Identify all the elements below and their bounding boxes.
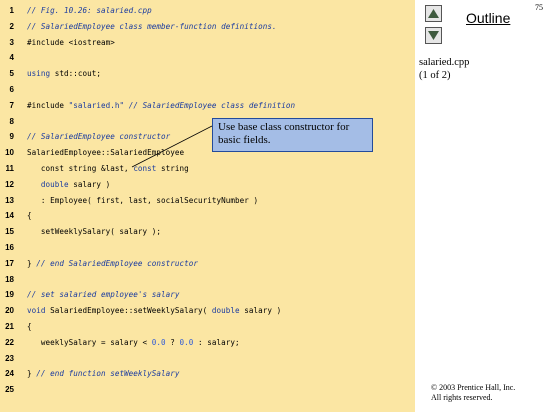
line-number: 16 <box>5 243 14 252</box>
code-token: salary ) <box>68 179 111 189</box>
line-number: 18 <box>5 274 14 284</box>
code-token: std::cout; <box>50 69 101 79</box>
code-token: string <box>156 164 189 173</box>
line-number: 13 <box>5 195 14 205</box>
code-token: // set salaried employee's salary <box>27 290 180 300</box>
code-text: : Employee( first, last, socialSecurityN… <box>27 195 258 207</box>
code-text: } // end SalariedEmployee constructor <box>27 258 198 270</box>
line-number: 4 <box>9 53 14 63</box>
code-text: void SalariedEmployee::setWeeklySalary( … <box>27 305 281 317</box>
code-text: using std::cout; <box>27 68 101 80</box>
line-number: 2 <box>9 21 14 31</box>
code-token: SalariedEmployee::setWeeklySalary( <box>45 306 212 316</box>
outline-panel: 75 Outline salaried.cpp (1 of 2) © 2003 … <box>415 0 549 412</box>
code-token: #include <iostream> <box>27 37 115 47</box>
code-token: // Fig. 10.26: salaried.cpp <box>27 6 152 15</box>
code-token: SalariedEmployee::SalariedEmployee <box>27 148 185 158</box>
line-number: 10 <box>5 148 14 158</box>
code-text: } // end function setWeeklySalary <box>27 368 180 380</box>
code-text: setWeeklySalary( salary ); <box>27 226 161 238</box>
previous-slide-button[interactable] <box>425 5 442 22</box>
code-token: 0.0 <box>179 337 194 347</box>
file-part: (1 of 2) <box>419 70 451 81</box>
code-text: // SalariedEmployee constructor <box>27 131 170 143</box>
code-text: { <box>27 321 32 333</box>
triangle-down-icon <box>428 31 439 40</box>
code-token: // end SalariedEmployee constructor <box>36 258 199 268</box>
code-token: // end function setWeeklySalary <box>36 369 180 379</box>
line-number: 25 <box>5 385 14 395</box>
outline-title: Outline <box>466 10 511 26</box>
line-number: 6 <box>9 85 14 94</box>
code-token: double <box>211 306 240 316</box>
code-token: : Employee( first, last, socialSecurityN… <box>27 195 259 205</box>
line-number: 21 <box>5 322 14 331</box>
page-number: 75 <box>535 3 543 12</box>
code-text: #include <iostream> <box>27 37 115 49</box>
line-number: 3 <box>9 37 14 47</box>
code-token: // SalariedEmployee class member-functio… <box>27 21 277 31</box>
line-number: 7 <box>9 100 14 110</box>
code-text: #include "salaried.h" // SalariedEmploye… <box>27 100 295 112</box>
line-number: 12 <box>5 179 14 189</box>
code-token: const <box>133 164 157 173</box>
code-text: { <box>27 210 32 222</box>
code-text: // Fig. 10.26: salaried.cpp <box>27 5 152 17</box>
line-number: 1 <box>9 6 14 15</box>
code-text: const string &last, const string <box>27 163 189 175</box>
outline-file-info: salaried.cpp (1 of 2) <box>419 56 469 82</box>
code-token: void <box>27 306 46 316</box>
code-token: // SalariedEmployee constructor <box>27 132 171 142</box>
callout-box: Use base class constructor for basic fie… <box>212 118 373 152</box>
line-number: 23 <box>5 353 14 363</box>
line-number: 9 <box>9 132 14 142</box>
file-name: salaried.cpp <box>419 57 470 68</box>
line-number: 8 <box>9 116 14 126</box>
next-slide-button[interactable] <box>425 27 442 44</box>
code-token: "salaried.h" <box>68 100 125 110</box>
code-token: #include <box>27 100 69 110</box>
code-text: weeklySalary = salary < 0.0 ? 0.0 : sala… <box>27 337 240 349</box>
copyright-notice: © 2003 Prentice Hall, Inc. All rights re… <box>431 383 515 403</box>
code-token: double <box>27 179 69 189</box>
code-token: } <box>27 258 37 268</box>
code-token: { <box>27 211 32 221</box>
line-number: 24 <box>5 369 14 379</box>
code-token: // SalariedEmployee class definition <box>124 100 296 110</box>
code-text: // SalariedEmployee class member-functio… <box>27 21 277 33</box>
copyright-line-1: © 2003 Prentice Hall, Inc. <box>431 383 516 392</box>
code-token: : salary; <box>193 337 240 347</box>
code-token: ? <box>165 337 180 347</box>
code-token: 0.0 <box>151 337 166 347</box>
line-number: 19 <box>5 290 14 300</box>
triangle-up-icon <box>428 9 439 18</box>
callout-text: Use base class constructor for basic fie… <box>218 121 350 146</box>
code-token: { <box>27 322 32 331</box>
code-panel: 1 // Fig. 10.26: salaried.cpp 2 // Salaried… <box>0 0 415 412</box>
line-number: 14 <box>5 211 14 221</box>
code-token: salary ) <box>239 306 282 316</box>
line-number: 17 <box>5 258 14 268</box>
line-number: 22 <box>5 337 14 347</box>
code-token: weeklySalary = salary < <box>27 337 152 347</box>
line-number: 15 <box>5 227 14 237</box>
code-text: SalariedEmployee::SalariedEmployee <box>27 147 184 159</box>
code-token: } <box>27 369 37 379</box>
line-number: 20 <box>5 306 14 316</box>
code-text: double salary ) <box>27 179 110 191</box>
code-token: setWeeklySalary( salary ); <box>27 227 162 237</box>
code-token: const string &last, <box>27 164 134 173</box>
copyright-line-2: All rights reserved. <box>431 393 493 402</box>
line-number: 5 <box>9 69 14 79</box>
code-text: // set salaried employee's salary <box>27 289 180 301</box>
code-token: using <box>27 69 51 79</box>
line-number: 11 <box>5 164 14 173</box>
